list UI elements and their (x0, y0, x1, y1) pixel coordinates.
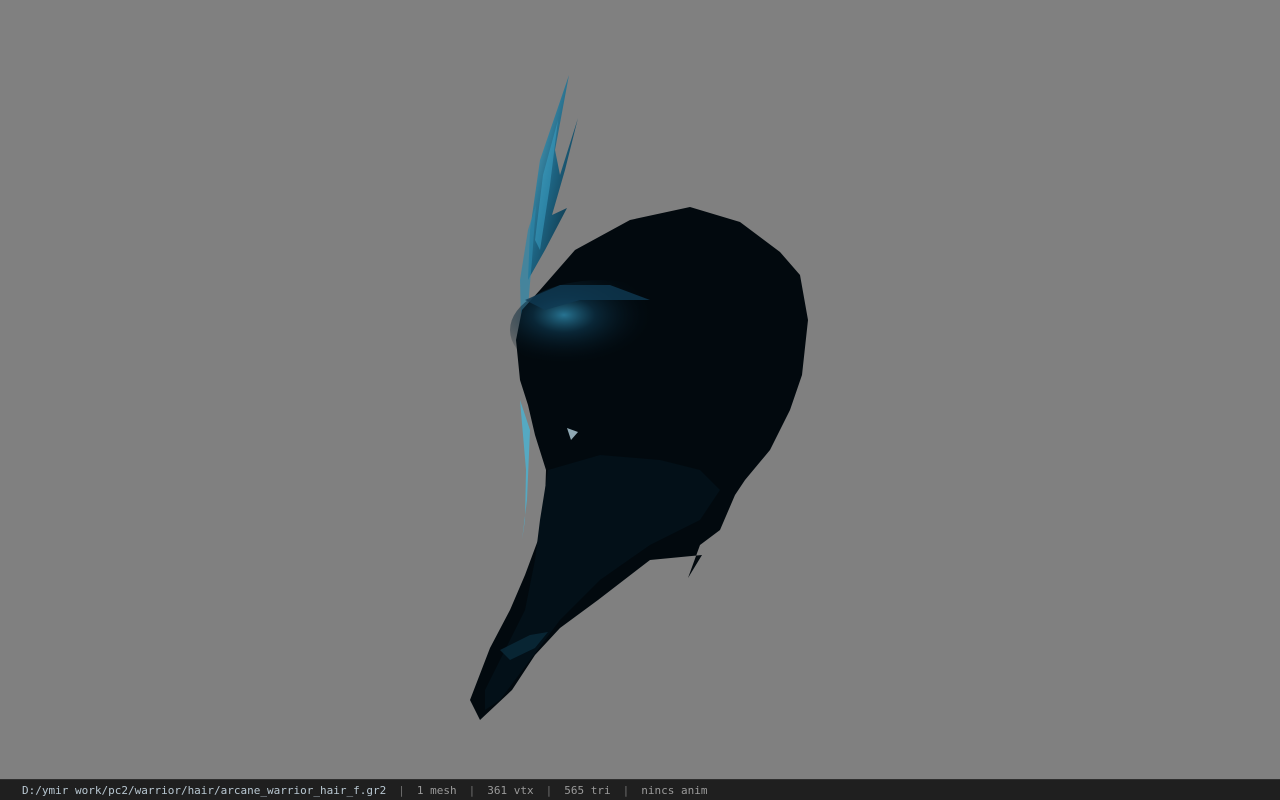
vertex-count-label: 361 vtx (487, 783, 534, 797)
status-bar: D:/ymir work/pc2/warrior/hair/arcane_war… (0, 779, 1280, 800)
separator: | (468, 783, 476, 797)
file-path-label: D:/ymir work/pc2/warrior/hair/arcane_war… (22, 783, 387, 797)
separator: | (545, 783, 553, 797)
hair-model-render (470, 75, 808, 720)
model-viewport[interactable] (0, 0, 1280, 779)
triangle-count-label: 565 tri (564, 783, 611, 797)
animation-status-label: nincs anim (641, 783, 708, 797)
separator: | (622, 783, 630, 797)
mesh-count-label: 1 mesh (416, 783, 457, 797)
separator: | (398, 783, 405, 797)
